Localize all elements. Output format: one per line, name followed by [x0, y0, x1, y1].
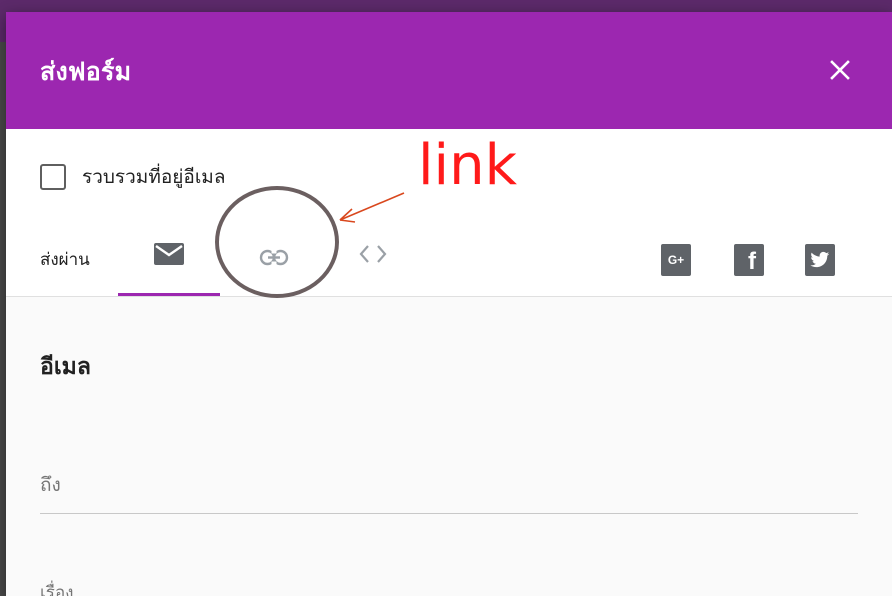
- tab-email[interactable]: [118, 232, 220, 296]
- embed-code-icon: [359, 245, 387, 263]
- twitter-icon: [810, 251, 830, 268]
- google-plus-share-button[interactable]: G+: [661, 244, 691, 276]
- dialog-header: ส่งฟอร์ม: [6, 12, 892, 129]
- email-section: อีเมล เรื่อง: [6, 297, 892, 596]
- facebook-share-button[interactable]: f: [734, 244, 764, 276]
- close-button[interactable]: [822, 52, 858, 88]
- annotation-label: link: [418, 133, 518, 198]
- link-icon: [259, 249, 289, 266]
- send-via-label: ส่งผ่าน: [40, 250, 90, 270]
- collect-email-checkbox[interactable]: [40, 164, 66, 190]
- tab-embed[interactable]: [328, 232, 418, 296]
- close-icon: [830, 60, 850, 80]
- collect-email-row: รวบรวมที่อยู่อีเมล: [40, 162, 225, 192]
- twitter-share-button[interactable]: [805, 244, 835, 276]
- tab-link[interactable]: [224, 232, 324, 296]
- google-plus-icon: G+: [667, 253, 685, 267]
- subject-field-label: เรื่อง: [40, 583, 74, 596]
- send-form-dialog: ส่งฟอร์ม รวบรวมที่อยู่อีเมล ส่งผ่าน G+ f…: [6, 12, 892, 596]
- email-section-title: อีเมล: [40, 354, 91, 380]
- collect-email-label: รวบรวมที่อยู่อีเมล: [82, 166, 226, 188]
- to-field[interactable]: [40, 457, 858, 514]
- facebook-icon: f: [748, 248, 756, 275]
- email-icon: [154, 243, 184, 265]
- dialog-title: ส่งฟอร์ม: [40, 57, 132, 86]
